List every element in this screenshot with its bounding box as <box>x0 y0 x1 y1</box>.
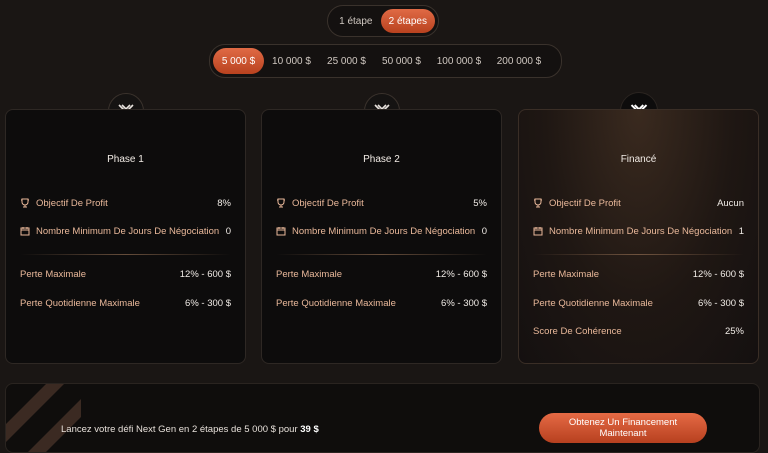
consistency-label: Score De Cohérence <box>533 325 622 337</box>
profit-target-value: Aucun <box>717 197 744 209</box>
daily-loss-row: Perte Quotidienne Maximale 6% - 300 $ <box>276 296 487 310</box>
consistency-value: 25% <box>724 325 744 337</box>
max-loss-row: Perte Maximale 12% - 600 $ <box>20 267 231 281</box>
amount-option-200000[interactable]: 200 000 $ <box>489 48 549 74</box>
consistency-row: Score De Cohérence 25% <box>533 324 744 338</box>
amount-option-5000[interactable]: 5 000 $ <box>213 48 264 74</box>
daily-loss-row: Perte Quotidienne Maximale 6% - 300 $ <box>20 296 231 310</box>
get-funded-button[interactable]: Obtenez Un Financement Maintenant <box>539 413 707 443</box>
daily-loss-value: 6% - 300 $ <box>185 297 231 309</box>
phase2-card: Phase 2 Objectif De Profit 5% Nombre Min… <box>261 109 502 364</box>
profit-target-row: Objectif De Profit Aucun <box>533 196 744 210</box>
min-days-label: Nombre Minimum De Jours De Négociation <box>549 225 733 237</box>
min-days-value: 1 <box>738 225 744 237</box>
cta-bar: Lancez votre défi Next Gen en 2 étapes d… <box>5 383 760 453</box>
card-title: Financé <box>620 154 657 165</box>
trophy-icon <box>277 198 285 208</box>
amount-option-50000[interactable]: 50 000 $ <box>374 48 429 74</box>
profit-target-row: Objectif De Profit 8% <box>20 196 231 210</box>
calendar-icon <box>20 227 30 236</box>
min-days-label: Nombre Minimum De Jours De Négociation <box>36 225 220 237</box>
card-title: Phase 1 <box>107 154 144 165</box>
max-loss-value: 12% - 600 $ <box>692 268 744 280</box>
max-loss-label: Perte Maximale <box>533 268 599 280</box>
profit-target-label: Objectif De Profit <box>36 197 108 209</box>
min-days-label: Nombre Minimum De Jours De Négociation <box>292 225 476 237</box>
daily-loss-label: Perte Quotidienne Maximale <box>276 297 396 309</box>
daily-loss-label: Perte Quotidienne Maximale <box>20 297 140 309</box>
calendar-icon <box>533 227 543 236</box>
max-loss-value: 12% - 600 $ <box>179 268 231 280</box>
max-loss-row: Perte Maximale 12% - 600 $ <box>276 267 487 281</box>
min-days-row: Nombre Minimum De Jours De Négociation 0 <box>276 224 487 238</box>
daily-loss-row: Perte Quotidienne Maximale 6% - 300 $ <box>533 296 744 310</box>
steps-toggle: 1 étape 2 étapes <box>327 5 439 37</box>
min-days-value: 0 <box>481 225 487 237</box>
decorative-stripes <box>6 384 81 452</box>
max-loss-value: 12% - 600 $ <box>435 268 487 280</box>
amount-option-25000[interactable]: 25 000 $ <box>319 48 374 74</box>
amount-selector: 5 000 $ 10 000 $ 25 000 $ 50 000 $ 100 0… <box>209 44 562 78</box>
profit-target-value: 5% <box>473 197 487 209</box>
min-days-row: Nombre Minimum De Jours De Négociation 1 <box>533 224 744 238</box>
trophy-icon <box>21 198 29 208</box>
profit-target-value: 8% <box>217 197 231 209</box>
profit-target-label: Objectif De Profit <box>549 197 621 209</box>
funded-card: Financé Objectif De Profit Aucun Nombre … <box>518 109 759 364</box>
daily-loss-value: 6% - 300 $ <box>441 297 487 309</box>
min-days-row: Nombre Minimum De Jours De Négociation 0 <box>20 224 231 238</box>
phase1-card: Phase 1 Objectif De Profit 8% Nombre Min… <box>5 109 246 364</box>
max-loss-label: Perte Maximale <box>20 268 86 280</box>
cta-price: 39 $ <box>300 424 319 435</box>
max-loss-label: Perte Maximale <box>276 268 342 280</box>
cta-text: Lancez votre défi Next Gen en 2 étapes d… <box>61 424 319 435</box>
profit-target-row: Objectif De Profit 5% <box>276 196 487 210</box>
daily-loss-label: Perte Quotidienne Maximale <box>533 297 653 309</box>
profit-target-label: Objectif De Profit <box>292 197 364 209</box>
divider <box>276 254 487 255</box>
amount-option-10000[interactable]: 10 000 $ <box>264 48 319 74</box>
min-days-value: 0 <box>225 225 231 237</box>
steps-option-1[interactable]: 1 étape <box>331 9 381 33</box>
daily-loss-value: 6% - 300 $ <box>698 297 744 309</box>
calendar-icon <box>276 227 286 236</box>
card-title: Phase 2 <box>363 154 400 165</box>
max-loss-row: Perte Maximale 12% - 600 $ <box>533 267 744 281</box>
divider <box>20 254 231 255</box>
divider <box>533 254 744 255</box>
amount-option-100000[interactable]: 100 000 $ <box>429 48 489 74</box>
steps-option-2[interactable]: 2 étapes <box>380 9 435 33</box>
cta-text-prefix: Lancez votre défi Next Gen en 2 étapes d… <box>61 424 301 435</box>
trophy-icon <box>534 198 542 208</box>
